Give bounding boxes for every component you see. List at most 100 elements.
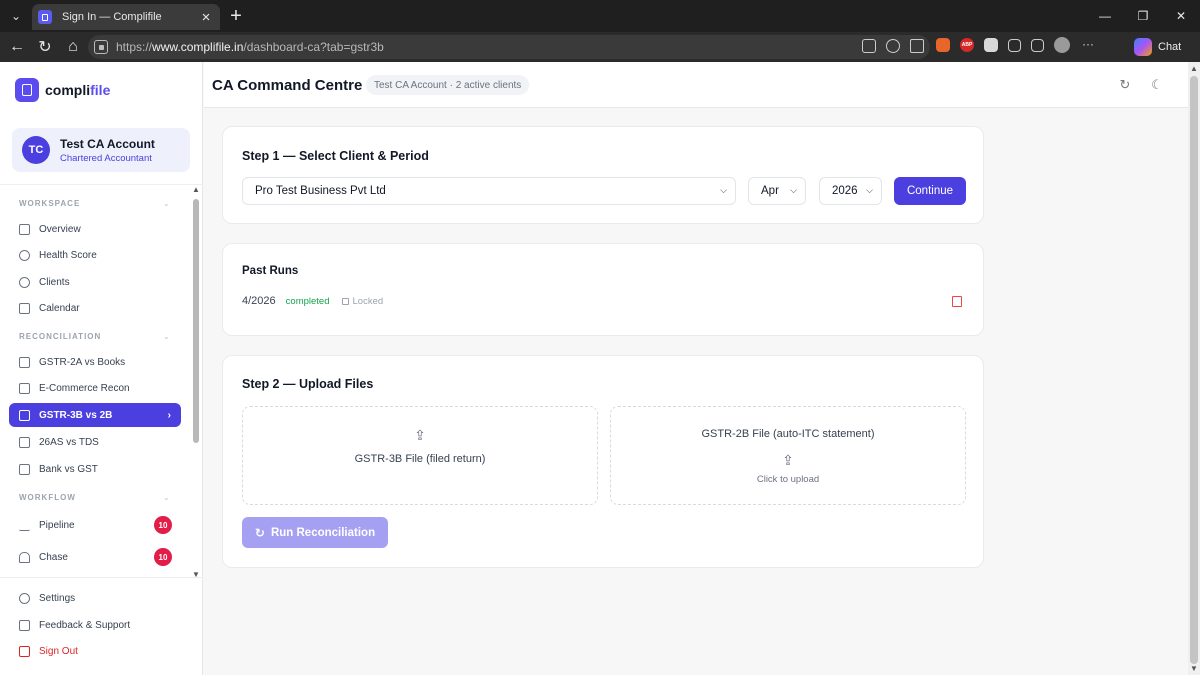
extension-fox-icon[interactable] [936,38,950,52]
avatar: TC [22,136,50,164]
upload-icon: ⇪ [782,452,794,468]
account-card[interactable]: TC Test CA Account Chartered Accountant [12,128,190,172]
brand-logo[interactable]: complifile [15,78,110,102]
chevron-down-icon: ⌵ [720,185,727,195]
refresh-icon: ↻ [254,525,265,540]
step1-card: Step 1 — Select Client & Period Pro Test… [222,126,984,224]
upload-icon: ⇪ [414,427,426,443]
status-badge: completed [285,295,330,307]
sidebar-scrollbar[interactable]: ▲ ▼ [192,185,200,577]
new-tab-button[interactable]: + [226,6,246,26]
page-header: CA Command Centre Test CA Account · 2 ac… [204,62,1188,108]
copilot-icon [1134,38,1152,56]
list-item[interactable]: 4/2026 completed Locked [242,295,383,307]
address-bar[interactable]: https://www.complifile.in/dashboard-ca?t… [88,35,930,59]
cart-icon [19,382,30,394]
section-workspace: WORKSPACE [19,199,81,208]
sidebar-item-overview[interactable]: Overview [9,217,181,241]
settings-link[interactable]: Settings [19,593,75,604]
users-icon [19,276,30,288]
sidebar-item-gstr2a-vs-books[interactable]: GSTR-2A vs Books [9,350,181,374]
chevron-down-icon[interactable]: ⌄ [163,199,170,208]
pulse-icon [19,249,30,261]
chevron-down-icon[interactable]: ⌄ [163,332,170,341]
logout-icon [19,646,30,657]
sidebar: complifile TC Test CA Account Chartered … [0,62,203,675]
window-controls: — ❐ ✕ [1086,0,1200,32]
close-tab-icon[interactable]: × [198,9,214,26]
reload-icon[interactable]: ↻ [34,36,56,58]
page-title: CA Command Centre [212,77,363,94]
sidebar-nav: WORKSPACE ⌄ Overview Health Score Client… [0,184,203,578]
extensions-puzzle-icon[interactable] [1008,38,1021,52]
month-select[interactable]: Apr ⌵ [748,177,806,205]
step2-title: Step 2 — Upload Files [242,377,374,391]
message-icon [19,620,30,631]
more-site-icon[interactable] [886,39,900,53]
gstr3b-upload-dropzone[interactable]: ⇪ GSTR-3B File (filed return) [242,406,598,505]
profile-avatar[interactable] [1054,37,1070,53]
bank-icon [19,463,30,475]
document-icon [19,436,30,448]
site-info-icon[interactable] [94,40,108,54]
grid-icon [19,223,30,235]
scrollbar-thumb[interactable] [193,199,199,443]
refresh-icon[interactable]: ↻ [1118,78,1132,92]
continue-button[interactable]: Continue [894,177,966,205]
sidebar-item-26as-vs-tds[interactable]: 26AS vs TDS [9,430,181,454]
url-text[interactable]: https://www.complifile.in/dashboard-ca?t… [116,40,384,54]
close-window-icon[interactable]: ✕ [1162,0,1200,32]
year-select[interactable]: 2026 ⌵ [819,177,882,205]
step2-card: Step 2 — Upload Files ⇪ GSTR-3B File (fi… [222,355,984,568]
reader-view-icon[interactable] [862,39,876,53]
sidebar-item-health-score[interactable]: Health Score [9,243,181,267]
scroll-up-icon[interactable]: ▲ [192,185,200,194]
trash-icon[interactable] [952,296,962,307]
scroll-down-icon[interactable]: ▼ [1190,664,1198,673]
scroll-up-icon[interactable]: ▲ [1190,64,1198,73]
section-reconciliation: RECONCILIATION [19,332,102,341]
gstr3b-file-label: GSTR-3B File (filed return) [354,453,486,465]
scrollbar-thumb[interactable] [1190,76,1198,664]
chevron-right-icon: › [167,409,171,421]
gstr2b-upload-dropzone[interactable]: GSTR-2B File (auto-ITC statement) ⇪ Clic… [610,406,966,505]
document-icon [15,78,39,102]
page-scrollbar[interactable]: ▲ ▼ [1188,62,1200,675]
feedback-support-link[interactable]: Feedback & Support [19,620,130,631]
run-reconciliation-button[interactable]: ↻ Run Reconciliation [242,517,388,548]
account-role: Chartered Accountant [60,152,152,164]
past-runs-title: Past Runs [242,265,299,277]
sidebar-item-calendar[interactable]: Calendar [9,296,181,320]
client-select[interactable]: Pro Test Business Pvt Ltd ⌵ [242,177,736,205]
sidebar-item-clients[interactable]: Clients [9,270,181,294]
moon-icon[interactable]: ☾ [1150,78,1164,92]
trend-icon [19,520,30,531]
favorites-icon[interactable] [1031,38,1044,52]
menu-dots-icon[interactable]: ··· [1080,36,1096,54]
extension-square-icon[interactable] [984,38,998,52]
favorite-star-icon[interactable] [910,39,924,53]
gear-icon [19,593,30,604]
section-workflow: WORKFLOW [19,493,76,502]
sidebar-item-ecommerce-recon[interactable]: E-Commerce Recon [9,376,181,400]
chat-button[interactable]: Chat [1134,35,1192,59]
maximize-icon[interactable]: ❐ [1124,0,1162,32]
back-icon[interactable]: ← [6,36,28,58]
browser-tab-bar: ⌄ Sign In — Complifile × + — ❐ ✕ [0,0,1200,32]
sidebar-item-gstr3b-vs-2b[interactable]: GSTR-3B vs 2B › [9,403,181,427]
chevron-down-icon: ⌵ [790,185,797,195]
lock-icon [341,297,349,305]
browser-toolbar: ← ↻ ⌂ https://www.complifile.in/dashboar… [0,32,1200,62]
home-icon[interactable]: ⌂ [62,36,84,58]
minimize-icon[interactable]: — [1086,0,1124,32]
account-summary-badge: Test CA Account · 2 active clients [366,75,530,95]
gstr2b-file-label: GSTR-2B File (auto-ITC statement) [701,428,875,440]
sidebar-item-bank-vs-gst[interactable]: Bank vs GST [9,457,181,481]
scroll-down-icon[interactable]: ▼ [192,570,200,577]
tab-list-button[interactable]: ⌄ [5,5,27,27]
browser-tab[interactable]: Sign In — Complifile × [32,4,220,30]
chevron-down-icon[interactable]: ⌄ [163,493,170,502]
adblock-icon[interactable]: ABP [960,38,974,52]
sign-out-link[interactable]: Sign Out [19,646,78,657]
run-period: 4/2026 [242,295,276,307]
